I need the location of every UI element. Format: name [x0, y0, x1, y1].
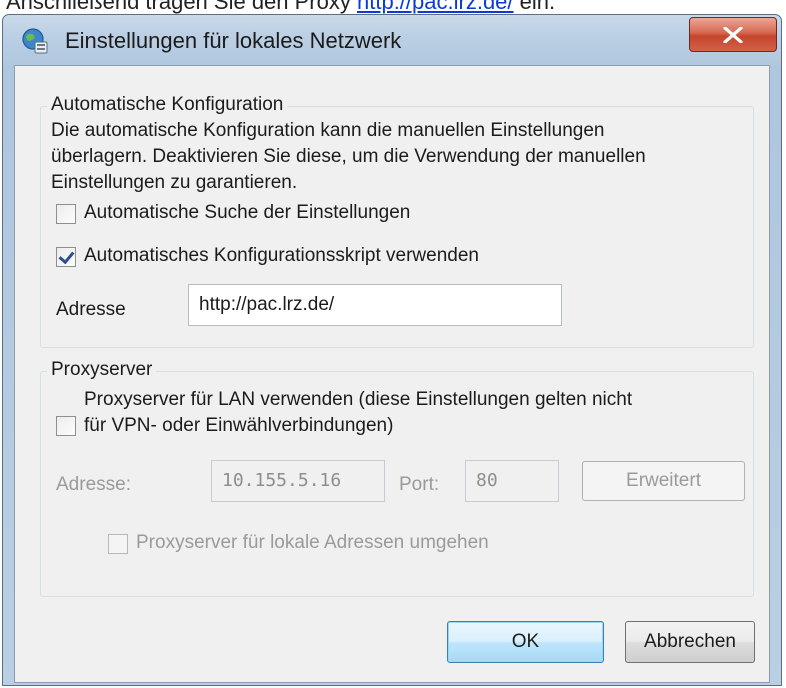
proxy-port-input[interactable]: 80 — [465, 460, 559, 502]
dialog-title: Einstellungen für lokales Netzwerk — [65, 28, 402, 53]
advanced-button[interactable]: Erweitert — [582, 461, 745, 501]
use-script-label[interactable]: Automatisches Konfigurationsskript verwe… — [84, 245, 479, 267]
network-globe-icon — [22, 28, 48, 54]
proxy-address-input[interactable]: 10.155.5.16 — [211, 460, 385, 502]
description-line-3: Einstellungen zu garantieren. — [51, 172, 298, 193]
use-script-checkbox[interactable] — [56, 247, 76, 267]
dialog-client-area: Automatische Konfiguration Die automatis… — [14, 65, 770, 683]
auto-config-legend: Automatische Konfiguration — [47, 94, 288, 116]
cancel-button[interactable]: Abbrechen — [625, 621, 755, 663]
use-proxy-label-line-1[interactable]: Proxyserver für LAN verwenden (diese Ein… — [84, 389, 632, 411]
auto-detect-label[interactable]: Automatische Suche der Einstellungen — [84, 202, 410, 224]
script-address-label: Adresse — [56, 299, 126, 320]
bypass-local-label[interactable]: Proxyserver für lokale Adressen umgehen — [136, 532, 489, 554]
use-proxy-checkbox[interactable] — [56, 416, 76, 436]
close-x-icon — [723, 27, 743, 43]
proxy-legend: Proxyserver — [47, 359, 157, 381]
document-link[interactable]: http://pac.lrz.de/ — [357, 0, 514, 14]
proxy-port-label: Port: — [399, 474, 440, 495]
proxy-address-label: Adresse: — [56, 474, 131, 495]
script-address-input[interactable]: http://pac.lrz.de/ — [188, 284, 562, 326]
description-line-1: Die automatische Konfiguration kann die … — [51, 120, 605, 141]
description-line-2: überlagern. Deaktivieren Sie diese, um d… — [51, 146, 646, 167]
auto-config-description: Die automatische Konfiguration kann die … — [51, 118, 646, 196]
use-proxy-label-line-2[interactable]: für VPN- oder Einwählverbindungen) — [84, 415, 393, 437]
lan-settings-dialog: Einstellungen für lokales Netzwerk Autom… — [2, 14, 782, 686]
auto-detect-checkbox[interactable] — [56, 204, 76, 224]
close-button[interactable] — [689, 17, 777, 52]
document-text-prefix: Anschließend tragen Sie den Proxy — [6, 0, 351, 14]
document-text-suffix: ein. — [519, 0, 556, 14]
document-text-line: Anschließend tragen Sie den Proxy http:/… — [6, 0, 555, 15]
ok-button[interactable]: OK — [447, 621, 604, 663]
title-bar[interactable]: Einstellungen für lokales Netzwerk — [3, 15, 781, 65]
bypass-local-checkbox[interactable] — [108, 534, 128, 554]
